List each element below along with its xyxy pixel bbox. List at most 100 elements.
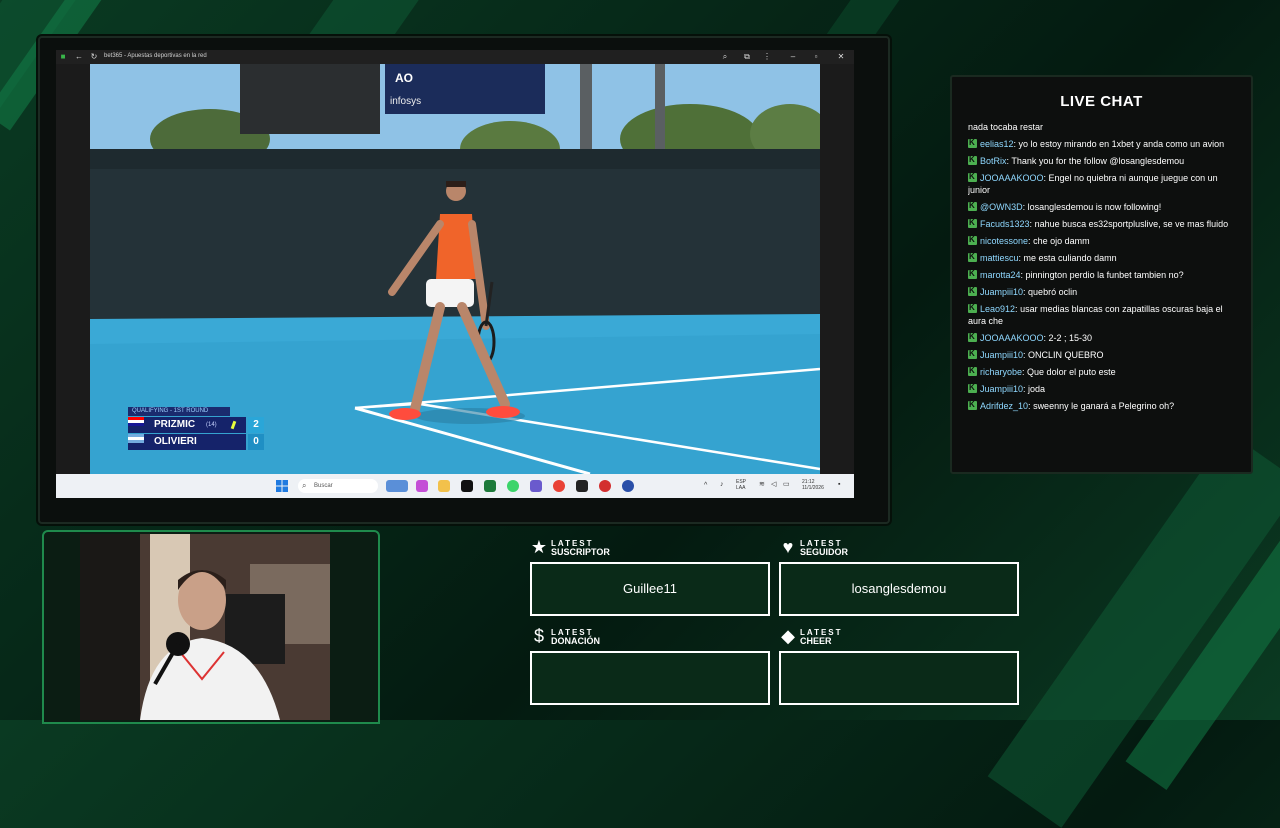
language-indicator[interactable]: ESP LAA [736, 479, 746, 491]
heart-icon: ♥ [782, 537, 794, 557]
minimize-icon[interactable]: – [788, 52, 798, 62]
chat-username[interactable]: @OWN3D [980, 202, 1023, 212]
battery-icon[interactable]: ▭ [783, 481, 790, 488]
kick-badge-icon [968, 399, 977, 411]
taskbar-search[interactable]: ⌕ Buscar [298, 479, 378, 493]
chrome-icon[interactable] [553, 480, 565, 492]
latest-follower-value: losanglesdemou [779, 562, 1019, 616]
latest-cheer-value [779, 651, 1019, 705]
file-explorer-icon[interactable] [438, 480, 450, 492]
kick-badge-icon [968, 171, 977, 183]
chat-username[interactable]: eelias12 [980, 139, 1014, 149]
widget-icon[interactable] [386, 480, 408, 492]
diamond-icon: ◆ [781, 626, 795, 646]
back-icon[interactable]: ← [74, 52, 84, 62]
kick-badge-icon [968, 302, 977, 314]
chat-username[interactable]: Facuds1323 [980, 219, 1030, 229]
message-text: me esta culiando damn [1023, 253, 1117, 263]
menu-icon[interactable]: ⋮ [762, 52, 772, 62]
scoreboard: QUALIFYING - 1ST ROUND PRIZMIC (14) 2 OL… [128, 407, 268, 453]
kick-badge-icon [968, 217, 977, 229]
chat-message: Leao912: usar medias blancas con zapatil… [968, 302, 1238, 327]
chat-message: Adrifdez_10: sweenny le ganará a Pelegri… [968, 399, 1238, 412]
chat-username[interactable]: mattiescu [980, 253, 1019, 263]
player-score: 0 [248, 434, 264, 450]
message-text: joda [1028, 384, 1046, 394]
player-score: 2 [248, 417, 264, 433]
latest-subscriber-value: Guillee11 [530, 562, 770, 616]
chat-message: JOOAAAKOOO: Engel no quiebra ni aunque j… [968, 171, 1238, 196]
kick-badge-icon [968, 268, 977, 280]
refresh-icon[interactable]: ↻ [89, 52, 99, 62]
chat-message: Juampiii10: quebró oclin [968, 285, 1238, 298]
chat-username[interactable]: Adrifdez_10 [980, 401, 1028, 411]
maximize-icon[interactable]: ▫ [811, 52, 821, 62]
chat-message-list[interactable]: nada tocaba restar eelias12: yo lo estoy… [968, 121, 1238, 451]
notification-icon[interactable]: ▪ [838, 481, 840, 488]
chat-message: nicotessone: che ojo damm [968, 234, 1238, 247]
extensions-icon[interactable]: ⧉ [742, 52, 752, 62]
chat-username[interactable]: Leao912 [980, 304, 1015, 314]
browser-window: ■ ← ↻ bet365 - Apuestas deportivas en la… [56, 50, 854, 498]
copilot-icon[interactable] [416, 480, 428, 492]
window-titlebar: ■ ← ↻ bet365 - Apuestas deportivas en la… [56, 50, 854, 64]
tiktok-icon[interactable] [461, 480, 473, 492]
volume-icon[interactable]: ◁ [771, 481, 776, 488]
chat-username[interactable]: Juampiii10 [980, 350, 1023, 360]
wifi-icon[interactable]: ≋ [759, 481, 765, 488]
player-row: OLIVIERI [128, 434, 246, 450]
kick-badge-icon [968, 154, 977, 166]
latest-follower-widget: ♥ LATEST SEGUIDOR losanglesdemou [779, 538, 1019, 618]
app-icon[interactable] [599, 480, 611, 492]
widget-header-label: SEGUIDOR [800, 547, 849, 557]
kick-badge-icon [968, 285, 977, 297]
chat-title: LIVE CHAT [1060, 93, 1143, 110]
widget-header: LATEST SUSCRIPTOR [551, 539, 610, 557]
chat-message: BotRix: Thank you for the follow @losang… [968, 154, 1238, 167]
app-icon[interactable] [622, 480, 634, 492]
language-sub: LAA [736, 485, 746, 491]
teams-icon[interactable] [530, 480, 542, 492]
widget-header-label: CHEER [800, 636, 832, 646]
chat-username[interactable]: Juampiii10 [980, 287, 1023, 297]
whatsapp-icon[interactable] [507, 480, 519, 492]
chat-username[interactable]: JOOAAAKOOO [980, 333, 1044, 343]
microphone-icon[interactable]: ♪ [720, 481, 724, 488]
kick-badge-icon [968, 365, 977, 377]
windows-start-icon[interactable] [276, 480, 288, 492]
chat-username[interactable]: nicotessone [980, 236, 1028, 246]
player-seed: (14) [206, 422, 217, 428]
window-title: bet365 - Apuestas deportivas en la red [104, 53, 207, 59]
chat-message: Juampiii10: ONCLIN QUEBRO [968, 348, 1238, 361]
chat-username[interactable]: Juampiii10 [980, 384, 1023, 394]
star-icon: ★ [530, 537, 548, 557]
latest-donation-widget: $ LATEST DONACIÓN [530, 627, 770, 707]
chat-message: JOOAAAKOOO: 2-2 ; 15-30 [968, 331, 1238, 344]
message-text: che ojo damm [1033, 236, 1090, 246]
player-name: PRIZMIC [154, 419, 196, 430]
message-text: losanglesdemou is now following! [1027, 202, 1162, 212]
kick-badge-icon [968, 234, 977, 246]
search-icon: ⌕ [302, 481, 307, 490]
clock[interactable]: 21:12 11/1/2026 [802, 479, 824, 491]
svg-text:infosys: infosys [390, 96, 421, 107]
widget-header-label: DONACIÓN [551, 636, 600, 646]
latest-cheer-widget: ◆ LATEST CHEER [779, 627, 1019, 707]
svg-text:AO: AO [395, 71, 413, 85]
kick-badge-icon [968, 382, 977, 394]
kick-badge-icon [968, 200, 977, 212]
chat-username[interactable]: marotta24 [980, 270, 1021, 280]
chat-username[interactable]: richaryobe [980, 367, 1022, 377]
argentina-flag-icon [128, 434, 144, 443]
live-chat-panel: LIVE CHAT nada tocaba restar eelias12: y… [950, 75, 1253, 474]
chat-username[interactable]: JOOAAAKOOO [980, 173, 1044, 183]
chat-username[interactable]: BotRix [980, 156, 1007, 166]
close-icon[interactable]: ✕ [836, 52, 846, 62]
widget-header: LATEST DONACIÓN [551, 628, 600, 646]
app-icon[interactable] [484, 480, 496, 492]
chevron-up-icon[interactable]: ^ [704, 482, 707, 489]
nvidia-icon[interactable] [576, 480, 588, 492]
zoom-icon[interactable]: ⌕ [720, 52, 730, 62]
app-icon: ■ [60, 52, 66, 61]
video-player[interactable]: AO infosys QUALIFYING - 1ST ROUND PRIZMI… [90, 64, 820, 474]
